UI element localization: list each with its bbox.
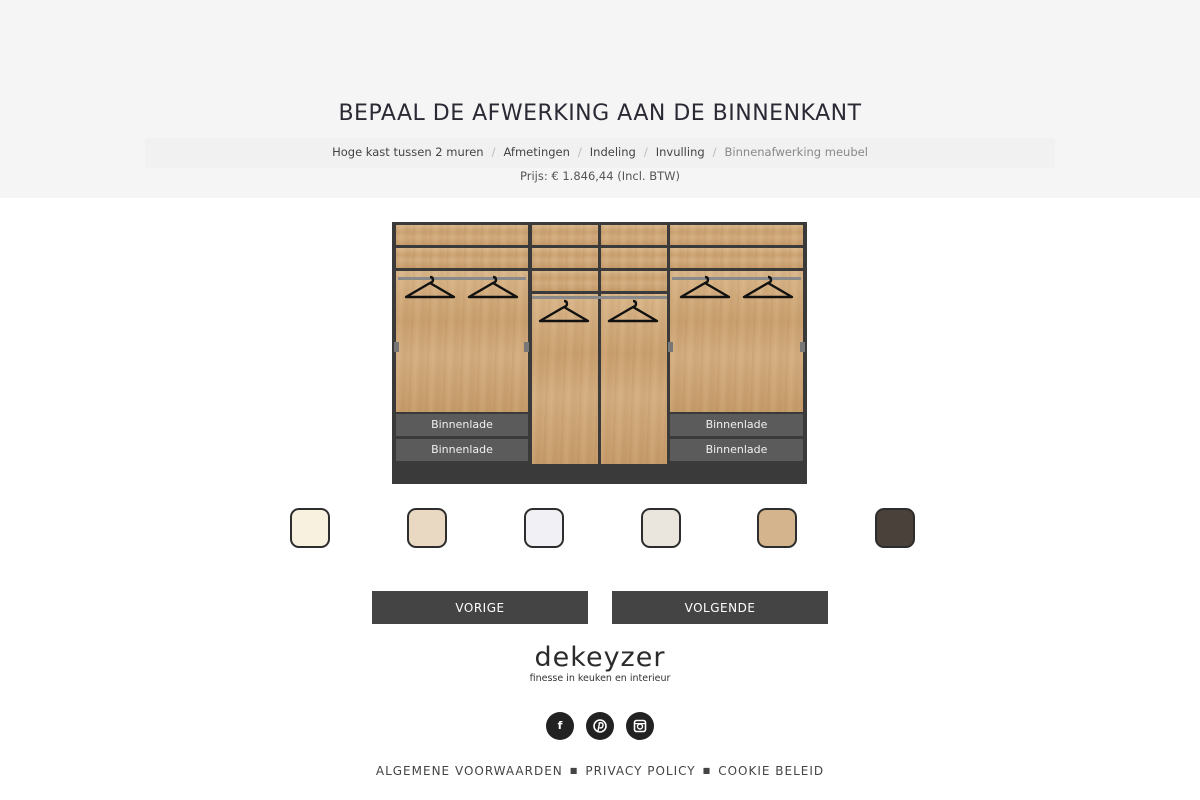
facebook-icon[interactable]: f [546, 712, 574, 740]
instagram-icon[interactable] [626, 712, 654, 740]
footer-link-cookies[interactable]: COOKIE BELEID [718, 764, 824, 778]
rail-bracket [524, 342, 529, 352]
shelf-panel [532, 248, 598, 268]
breadcrumb-item-indeling[interactable]: Indeling [590, 145, 636, 159]
shelf-panel [396, 225, 528, 245]
drawer-label: Binnenlade [670, 414, 803, 436]
footer-separator: ■ [702, 766, 712, 775]
breadcrumb-item-invulling[interactable]: Invulling [656, 145, 705, 159]
swatch-donker-eiken[interactable] [875, 508, 915, 548]
footer-separator: ■ [569, 766, 579, 775]
instagram-glyph [633, 719, 647, 733]
wardrobe-preview: Binnenlade Binnenlade Binnenlade Binnenl… [392, 222, 807, 484]
breadcrumb-item-afmetingen[interactable]: Afmetingen [503, 145, 569, 159]
shelf-panel [601, 225, 667, 245]
price-label: Prijs: € 1.846,44 (Incl. BTW) [520, 169, 680, 183]
pinterest-glyph [593, 719, 607, 733]
brand-name: dekeyzer [534, 642, 666, 673]
rail-bracket [668, 342, 673, 352]
swatch-zilvergrijs[interactable] [641, 508, 681, 548]
shelf-panel [396, 248, 528, 268]
previous-button[interactable]: VORIGE [372, 591, 588, 624]
breadcrumb: Hoge kast tussen 2 muren / Afmetingen / Inde… [0, 145, 1200, 159]
hanger-icon [679, 275, 731, 299]
swatch-creme[interactable] [290, 508, 330, 548]
drawer-label: Binnenlade [396, 414, 528, 436]
breadcrumb-item-type[interactable]: Hoge kast tussen 2 muren [332, 145, 483, 159]
pinterest-icon[interactable] [586, 712, 614, 740]
swatch-eiken[interactable] [757, 508, 797, 548]
drawer-label: Binnenlade [670, 439, 803, 461]
hanger-icon [467, 275, 519, 299]
shelf-panel [670, 225, 803, 245]
brand-tagline: finesse in keuken en interieur [529, 673, 671, 684]
shelf-panel [601, 271, 667, 291]
footer-link-terms[interactable]: ALGEMENE VOORWAARDEN [376, 764, 563, 778]
swatch-licht-eiken[interactable] [407, 508, 447, 548]
rail-bracket [800, 342, 805, 352]
hanger-icon [607, 299, 659, 323]
breadcrumb-separator: / [712, 145, 717, 159]
breadcrumb-separator: / [643, 145, 648, 159]
page-title: BEPAAL DE AFWERKING AAN DE BINNENKANT [338, 101, 862, 126]
shelf-panel [601, 248, 667, 268]
breadcrumb-separator: / [491, 145, 496, 159]
breadcrumb-separator: / [577, 145, 582, 159]
breadcrumb-item-binnenafwerking: Binnenafwerking meubel [724, 145, 868, 159]
footer-links: ALGEMENE VOORWAARDEN ■ PRIVACY POLICY ■ COOK… [0, 764, 1200, 778]
hanger-icon [538, 299, 590, 323]
rail-bracket [394, 342, 399, 352]
hanger-icon [404, 275, 456, 299]
swatch-wit[interactable] [524, 508, 564, 548]
footer-link-privacy[interactable]: PRIVACY POLICY [585, 764, 695, 778]
shelf-panel [532, 225, 598, 245]
hanger-icon [742, 275, 794, 299]
next-button[interactable]: VOLGENDE [612, 591, 828, 624]
shelf-panel [532, 271, 598, 291]
shelf-panel [670, 248, 803, 268]
drawer-label: Binnenlade [396, 439, 528, 461]
brand-logo[interactable]: dekeyzer finesse in keuken en interieur [520, 642, 680, 684]
